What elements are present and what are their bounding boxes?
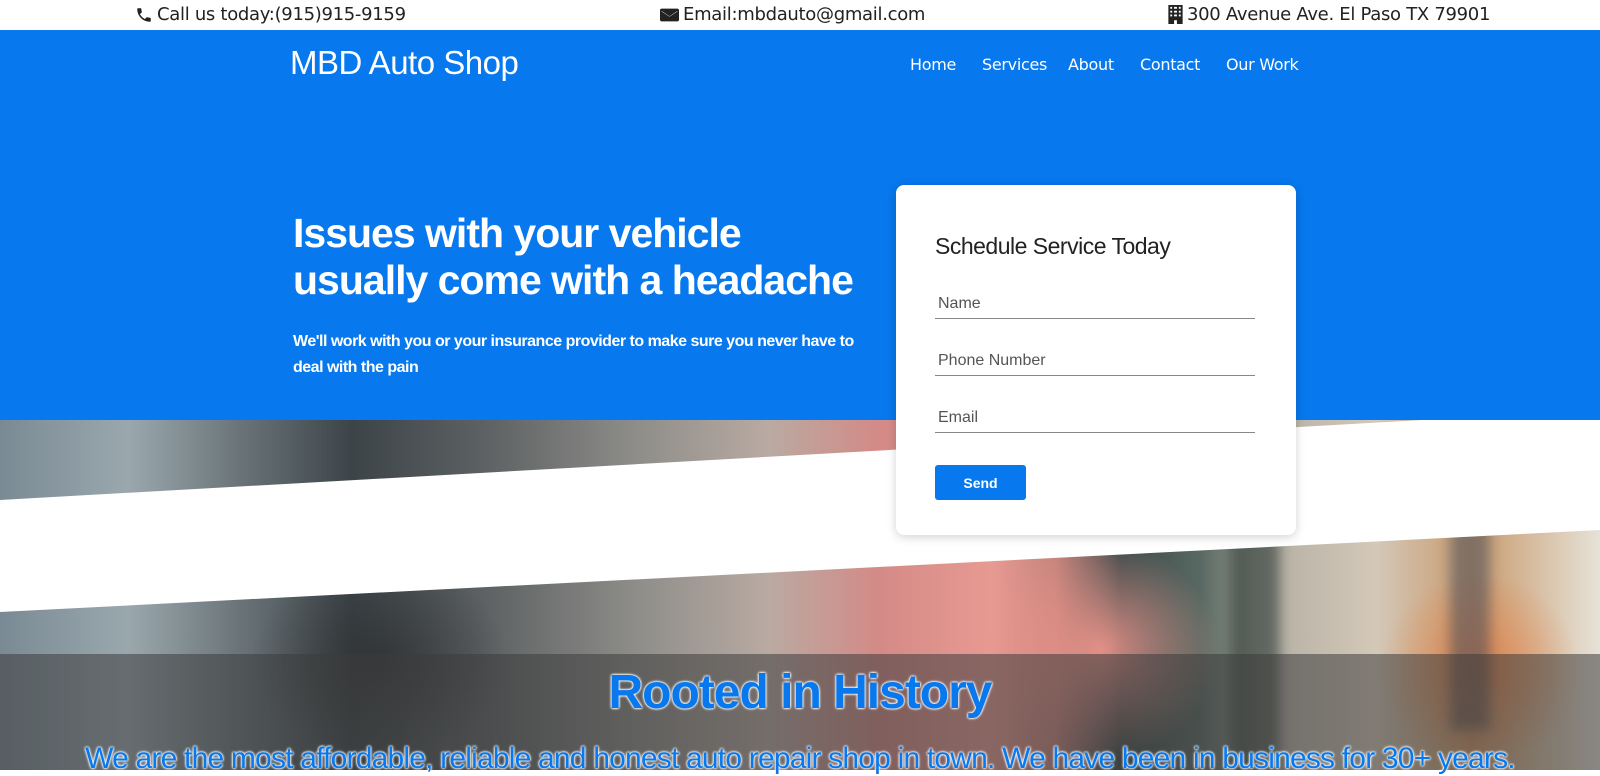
top-contact-bar: Call us today:(915)915-9159 Email:mbdaut…: [0, 0, 1600, 30]
hero-headline: Issues with your vehicle usually come wi…: [293, 210, 854, 303]
envelope-icon: [660, 8, 679, 21]
nav-our-work[interactable]: Our Work: [1226, 55, 1299, 74]
site-logo[interactable]: MBD Auto Shop: [290, 44, 519, 82]
history-title: Rooted in History: [608, 666, 992, 719]
phone-field[interactable]: [935, 346, 1255, 376]
nav-contact[interactable]: Contact: [1140, 55, 1200, 74]
contact-phone[interactable]: Call us today:(915)915-9159: [135, 4, 406, 25]
schedule-service-form: Schedule Service Today Send: [896, 185, 1296, 535]
phone-icon: [137, 7, 151, 22]
contact-phone-text: Call us today:(915)915-9159: [157, 4, 406, 25]
form-title: Schedule Service Today: [935, 233, 1171, 259]
send-button[interactable]: Send: [935, 465, 1026, 500]
building-icon: [1168, 5, 1183, 24]
history-text: We are the most affordable, reliable and…: [85, 742, 1516, 775]
email-field[interactable]: [935, 403, 1255, 433]
contact-address-text: 300 Avenue Ave. El Paso TX 79901: [1187, 4, 1491, 25]
contact-email[interactable]: Email:mbdauto@gmail.com: [660, 4, 925, 25]
nav-about[interactable]: About: [1068, 55, 1114, 74]
nav-services[interactable]: Services: [982, 55, 1047, 74]
contact-email-text: Email:mbdauto@gmail.com: [683, 4, 926, 25]
diagonal-divider: [0, 420, 1600, 612]
contact-address: 300 Avenue Ave. El Paso TX 79901: [1168, 4, 1490, 25]
hero-subtext: We'll work with you or your insurance pr…: [293, 333, 854, 376]
name-field[interactable]: [935, 289, 1255, 319]
nav-home[interactable]: Home: [910, 55, 956, 74]
